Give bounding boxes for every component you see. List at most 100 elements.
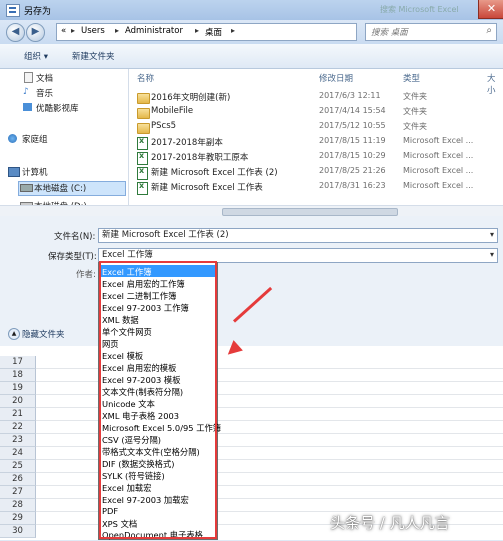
navigation-bar: ◀ ▶ « ▸ Users ▸ Administrator ▸ 桌面 ▸ ↻ 搜…: [0, 20, 503, 44]
watermark: 头条号 / 凡人凡言: [330, 514, 450, 532]
collapse-icon[interactable]: ▲: [8, 328, 20, 340]
homegroup-icon: [8, 134, 17, 143]
sidebar-item-documents[interactable]: 文档: [36, 72, 53, 84]
horizontal-scrollbar[interactable]: [0, 205, 503, 216]
file-type: 文件夹: [403, 107, 427, 116]
music-icon: ♪: [23, 87, 29, 97]
savetype-label: 保存类型(T):: [48, 252, 97, 262]
filename-value: 新建 Microsoft Excel 工作表 (2): [102, 230, 229, 240]
highlight-box: [99, 261, 217, 539]
sidebar-item-drive-c[interactable]: 本地磁盘 (C:): [34, 182, 86, 194]
document-icon: [24, 72, 33, 83]
breadcrumb-overflow[interactable]: «: [61, 26, 66, 36]
breadcrumb-users[interactable]: Users: [81, 26, 105, 36]
background-window-search: 搜索 Microsoft Excel: [380, 5, 459, 14]
excel-file-icon: [137, 166, 148, 180]
file-row[interactable]: 2016年文明创建(新) 2017/6/3 12:11 文件夹: [129, 91, 503, 104]
file-row[interactable]: 新建 Microsoft Excel 工作表 (2) 2017/8/25 21:…: [129, 166, 503, 180]
filename-label: 文件名(N):: [54, 232, 96, 242]
file-date: 2017/8/25 21:26: [319, 166, 386, 175]
file-date: 2017/8/31 16:23: [319, 181, 386, 190]
drive-icon: [20, 184, 33, 192]
row-header[interactable]: 27: [0, 486, 36, 499]
breadcrumb-separator: ▸: [71, 26, 76, 35]
excel-file-icon: [137, 181, 148, 195]
sidebar-item-youku[interactable]: 优酷影视库: [36, 102, 79, 114]
file-row[interactable]: PScs5 2017/5/12 10:55 文件夹: [129, 121, 503, 134]
file-row[interactable]: 2017-2018年教职工原本 2017/8/15 10:29 Microsof…: [129, 151, 503, 165]
hide-folders-button[interactable]: 隐藏文件夹: [22, 328, 65, 340]
video-library-icon: [23, 103, 32, 111]
scrollbar-thumb[interactable]: [222, 208, 398, 216]
savetype-value: Excel 工作簿: [102, 250, 153, 260]
file-date: 2017/8/15 11:19: [319, 136, 386, 145]
column-header-date[interactable]: 修改日期: [319, 72, 353, 84]
row-header[interactable]: 29: [0, 512, 36, 525]
row-header[interactable]: 21: [0, 408, 36, 421]
back-button[interactable]: ◀: [6, 23, 25, 42]
new-folder-button[interactable]: 新建文件夹: [72, 50, 115, 62]
file-name: 2017-2018年教职工原本: [151, 153, 249, 163]
computer-icon: [8, 167, 20, 177]
row-header[interactable]: 19: [0, 382, 36, 395]
title-bar: 另存为 搜索 Microsoft Excel ✕: [0, 0, 503, 21]
search-placeholder: 搜索 桌面: [371, 28, 408, 38]
file-name: PScs5: [151, 121, 177, 131]
column-header-name[interactable]: 名称: [137, 72, 154, 84]
row-header[interactable]: 30: [0, 525, 36, 538]
address-bar[interactable]: « ▸ Users ▸ Administrator ▸ 桌面 ▸ ↻: [56, 23, 409, 41]
row-header[interactable]: 20: [0, 395, 36, 408]
breadcrumb-administrator[interactable]: Administrator: [125, 26, 183, 36]
command-toolbar: 组织 ▾ 新建文件夹: [0, 44, 503, 69]
file-type: Microsoft Excel ...: [403, 166, 474, 175]
file-name: MobileFile: [151, 106, 194, 116]
breadcrumb-separator: ▸: [115, 26, 120, 35]
breadcrumb-desktop[interactable]: 桌面: [205, 26, 222, 38]
file-name: 2016年文明创建(新): [151, 93, 231, 103]
sidebar-item-music[interactable]: 音乐: [36, 87, 53, 99]
file-name: 新建 Microsoft Excel 工作表: [151, 183, 263, 193]
file-date: 2017/4/14 15:54: [319, 106, 386, 115]
save-form: 文件名(N): 新建 Microsoft Excel 工作表 (2) ▾ 保存类…: [0, 216, 503, 346]
folder-icon: [137, 93, 150, 104]
chevron-down-icon[interactable]: ▾: [490, 230, 494, 239]
excel-file-icon: [137, 136, 148, 150]
column-header-type[interactable]: 类型: [403, 72, 420, 84]
row-header[interactable]: 24: [0, 447, 36, 460]
window-title: 另存为: [24, 7, 52, 17]
spreadsheet-background: 17 18 19 20 21 22 23 24 25 26 27 28 29 3…: [0, 346, 503, 540]
row-header[interactable]: 17: [0, 356, 36, 369]
close-button[interactable]: ✕: [478, 0, 503, 19]
row-header[interactable]: 23: [0, 434, 36, 447]
breadcrumb-separator: ▸: [195, 26, 200, 35]
search-box[interactable]: 搜索 桌面 ⌕: [365, 23, 497, 41]
forward-button[interactable]: ▶: [26, 23, 45, 42]
row-header[interactable]: 26: [0, 473, 36, 486]
file-name: 2017-2018年副本: [151, 138, 223, 148]
folder-icon: [137, 108, 150, 119]
row-header[interactable]: 18: [0, 369, 36, 382]
row-header[interactable]: 28: [0, 499, 36, 512]
search-icon[interactable]: ⌕: [486, 25, 492, 36]
row-header[interactable]: 25: [0, 460, 36, 473]
file-type: 文件夹: [403, 92, 427, 101]
file-date: 2017/8/15 10:29: [319, 151, 386, 160]
file-type: 文件夹: [403, 122, 427, 131]
file-type: Microsoft Excel ...: [403, 136, 474, 145]
file-row[interactable]: MobileFile 2017/4/14 15:54 文件夹: [129, 106, 503, 119]
file-row[interactable]: 2017-2018年副本 2017/8/15 11:19 Microsoft E…: [129, 136, 503, 150]
file-date: 2017/6/3 12:11: [319, 91, 381, 100]
save-as-icon: [6, 4, 20, 17]
excel-file-icon: [137, 151, 148, 165]
organize-menu[interactable]: 组织 ▾: [24, 50, 48, 62]
row-header[interactable]: 22: [0, 421, 36, 434]
file-name: 新建 Microsoft Excel 工作表 (2): [151, 168, 278, 178]
sidebar-item-homegroup[interactable]: 家庭组: [22, 133, 48, 145]
file-row[interactable]: 新建 Microsoft Excel 工作表 2017/8/31 16:23 M…: [129, 181, 503, 195]
filename-field[interactable]: 新建 Microsoft Excel 工作表 (2): [98, 228, 498, 243]
sidebar-item-computer[interactable]: 计算机: [22, 166, 48, 178]
chevron-down-icon[interactable]: ▾: [490, 250, 494, 259]
folder-icon: [137, 123, 150, 134]
file-type: Microsoft Excel ...: [403, 181, 474, 190]
file-type: Microsoft Excel ...: [403, 151, 474, 160]
